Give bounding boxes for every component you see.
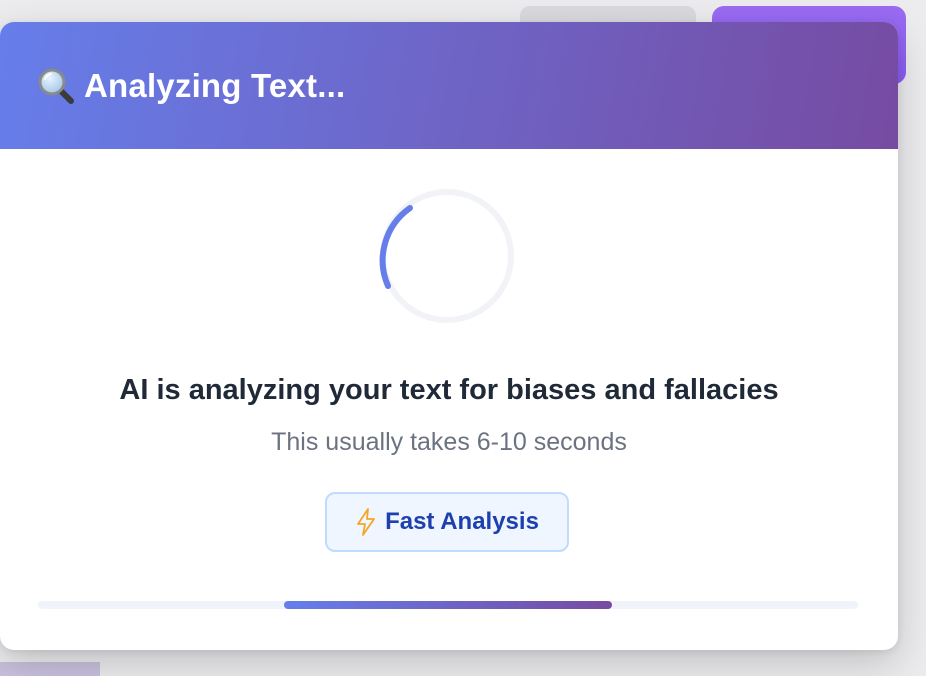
status-subtext: This usually takes 6-10 seconds: [271, 428, 627, 456]
modal-title: Analyzing Text...: [84, 66, 346, 104]
fast-analysis-badge: Fast Analysis: [325, 492, 569, 552]
lightning-icon: [355, 508, 377, 536]
badge-label: Fast Analysis: [385, 508, 539, 535]
analyzing-modal: Analyzing Text... AI is analyzing your t…: [0, 22, 898, 650]
modal-header: Analyzing Text...: [0, 22, 898, 149]
modal-body: AI is analyzing your text for biases and…: [0, 149, 898, 650]
magnifier-icon: [36, 66, 76, 106]
loading-spinner: [379, 188, 515, 324]
progress-track: [38, 601, 858, 609]
status-heading: AI is analyzing your text for biases and…: [119, 374, 779, 406]
background-corner-element: [0, 662, 100, 676]
progress-bar: [284, 601, 612, 609]
